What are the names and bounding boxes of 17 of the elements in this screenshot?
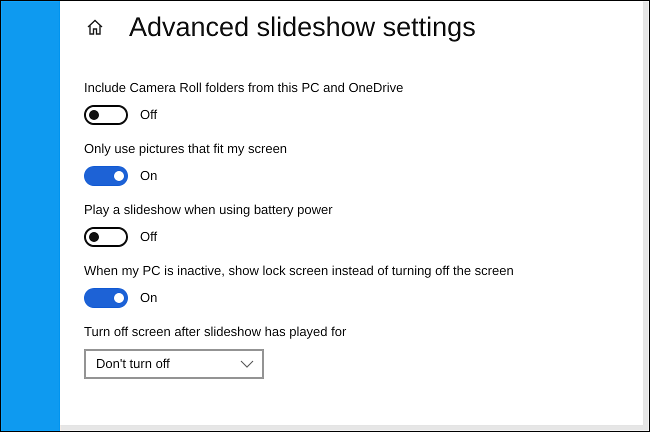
toggle-state-label: On [140, 289, 158, 308]
toggle-state-label: Off [140, 228, 158, 246]
toggle-state-label: Off [140, 106, 158, 124]
toggle-state-label: On [140, 167, 158, 186]
toggle-switch[interactable] [84, 227, 128, 247]
toggle-switch[interactable] [84, 105, 128, 125]
dropdown[interactable]: Don't turn off [84, 349, 264, 379]
chevron-down-icon [240, 360, 254, 368]
home-icon[interactable] [86, 18, 104, 36]
setting-label: When my PC is inactive, show lock screen instead of turning off the screen [84, 262, 515, 280]
setting-label: Include Camera Roll folders from this PC and OneDrive [84, 79, 404, 97]
toggle-switch[interactable] [84, 166, 128, 186]
setting-label: Play a slideshow when using battery power [84, 201, 334, 219]
toggle-switch[interactable] [84, 288, 128, 308]
page-title: Advanced slideshow settings [129, 14, 476, 40]
setting-label: Only use pictures that fit my screen [84, 140, 288, 158]
setting-label: Turn off screen after slideshow has played for [84, 323, 348, 341]
